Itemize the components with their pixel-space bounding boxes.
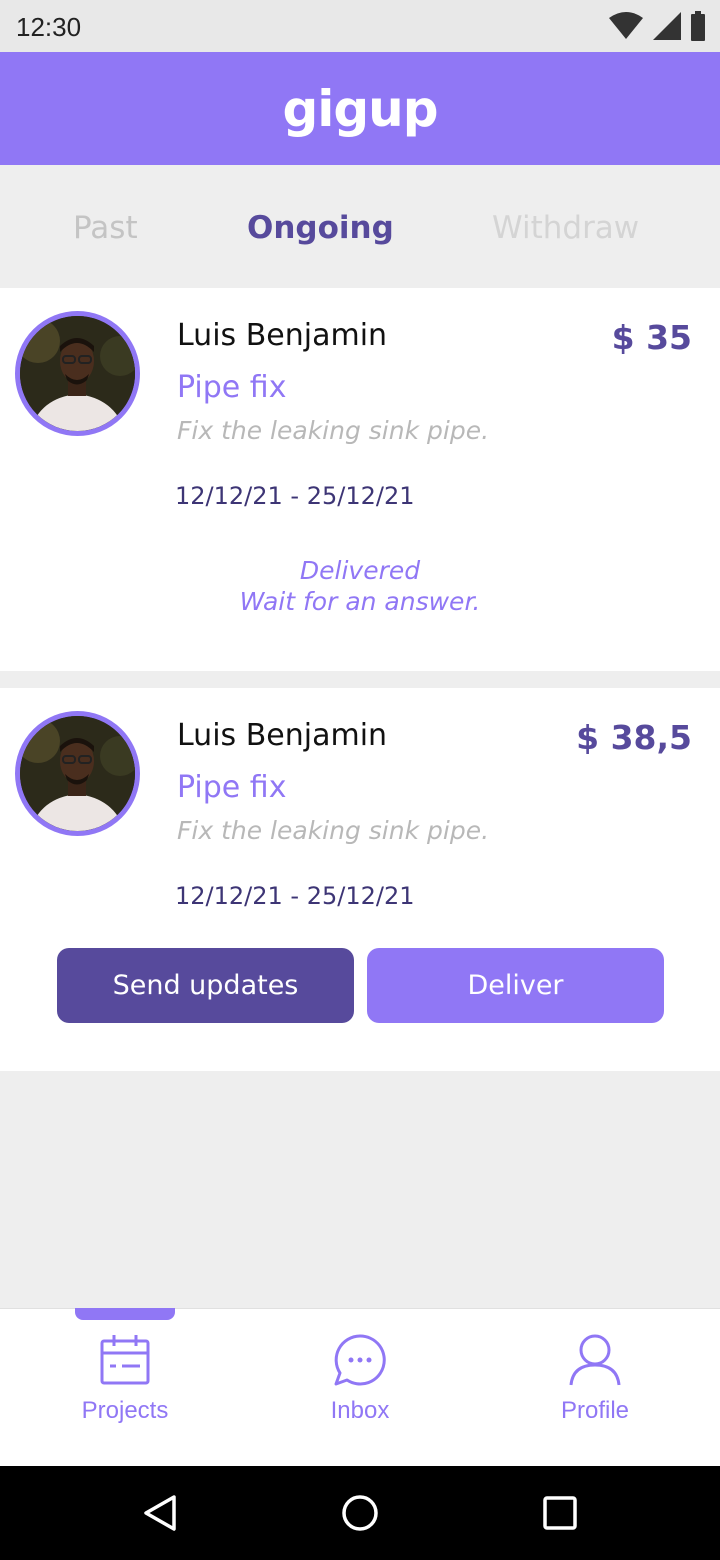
bottom-navigation: Projects Inbox Profile [0, 1308, 720, 1466]
signal-icon [653, 12, 681, 40]
project-description: Fix the leaking sink pipe. [177, 816, 490, 845]
client-name: Luis Benjamin [177, 318, 388, 353]
project-card[interactable]: Luis Benjamin $ 35 Pipe fix Fix the leak… [0, 288, 720, 671]
nav-profile[interactable]: Profile [495, 1309, 695, 1467]
status-time: 12:30 [16, 12, 82, 42]
project-title: Pipe fix [177, 370, 287, 405]
battery-icon [691, 11, 705, 41]
nav-inbox-label: Inbox [330, 1397, 390, 1424]
tab-ongoing[interactable]: Ongoing [247, 210, 394, 246]
status-bar: 12:30 [0, 0, 720, 52]
deliver-button[interactable]: Deliver [367, 948, 664, 1023]
nav-profile-label: Profile [560, 1397, 630, 1424]
nav-projects[interactable]: Projects [25, 1309, 225, 1467]
project-card[interactable]: Luis Benjamin $ 38,5 Pipe fix Fix the le… [0, 688, 720, 1071]
project-price: $ 38,5 [576, 718, 692, 757]
project-price: $ 35 [611, 318, 692, 357]
nav-inbox[interactable]: Inbox [260, 1309, 460, 1467]
calendar-icon [100, 1335, 150, 1385]
project-dates: 12/12/21 - 25/12/21 [175, 482, 415, 510]
tab-withdraw[interactable]: Withdraw [492, 210, 639, 246]
client-avatar [15, 711, 140, 836]
back-icon[interactable] [140, 1493, 180, 1533]
nav-projects-label: Projects [81, 1397, 169, 1424]
project-title: Pipe fix [177, 770, 287, 805]
home-icon[interactable] [340, 1493, 380, 1533]
client-name: Luis Benjamin [177, 718, 388, 753]
wifi-icon [609, 12, 643, 39]
app-header: gigup [0, 52, 720, 165]
chat-bubble-icon [334, 1334, 386, 1386]
tab-past[interactable]: Past [73, 210, 138, 246]
delivery-status-note: Wait for an answer. [239, 587, 481, 616]
system-navigation-bar [0, 1466, 720, 1560]
delivery-status: Delivered [299, 556, 421, 585]
project-dates: 12/12/21 - 25/12/21 [175, 882, 415, 910]
person-icon [569, 1334, 621, 1386]
project-description: Fix the leaking sink pipe. [177, 416, 490, 445]
project-tabs: Past Ongoing Withdraw [0, 165, 720, 288]
send-updates-button[interactable]: Send updates [57, 948, 354, 1023]
recents-icon[interactable] [542, 1493, 578, 1533]
client-avatar [15, 311, 140, 436]
app-logo: gigup [282, 79, 438, 138]
status-icons [608, 10, 706, 42]
